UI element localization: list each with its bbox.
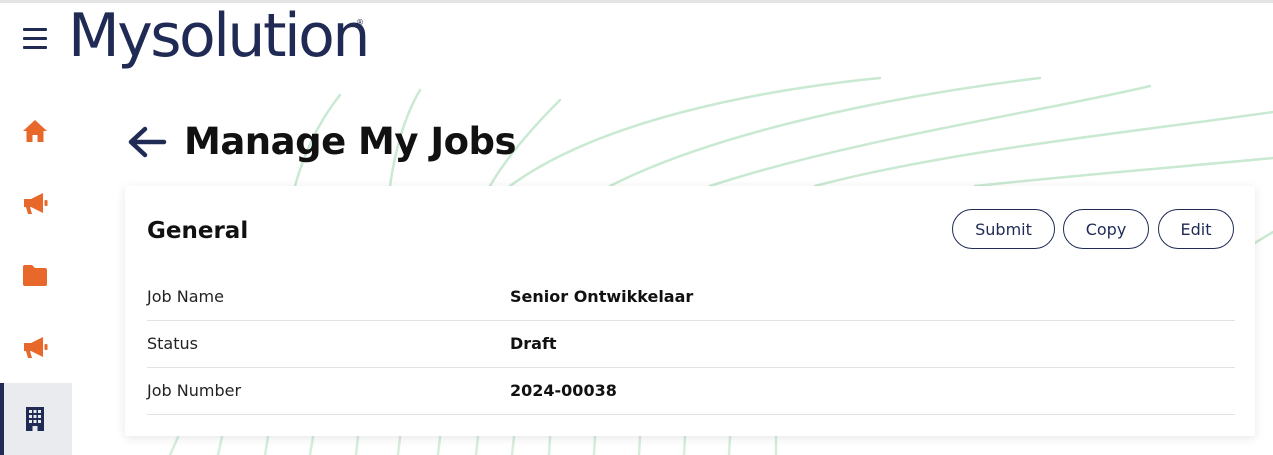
menu-button[interactable] xyxy=(23,28,47,50)
detail-row-status: Status Draft xyxy=(147,321,1235,368)
sidebar-item-home[interactable] xyxy=(0,95,72,167)
sidebar-item-announcements[interactable] xyxy=(0,311,72,383)
sidebar-nav xyxy=(0,95,72,455)
field-label: Job Number xyxy=(147,381,242,400)
home-icon xyxy=(23,120,47,142)
brand-logo[interactable]: Mysolution xyxy=(68,0,370,74)
megaphone-icon xyxy=(24,337,48,358)
copy-button[interactable]: Copy xyxy=(1063,209,1149,249)
hamburger-icon xyxy=(23,28,47,31)
back-button[interactable] xyxy=(128,126,168,158)
folder-icon xyxy=(23,265,47,286)
field-value: 2024-00038 xyxy=(510,381,617,400)
field-label: Job Name xyxy=(147,287,224,306)
field-value: Senior Ontwikkelaar xyxy=(510,287,694,306)
card-title: General xyxy=(147,218,249,244)
field-label: Status xyxy=(147,334,198,353)
hamburger-icon-bar xyxy=(23,46,47,49)
arrow-left-icon xyxy=(128,126,167,158)
detail-row-job-number: Job Number 2024-00038 xyxy=(147,368,1235,415)
sidebar-item-companies[interactable] xyxy=(0,383,72,455)
hamburger-icon-bar xyxy=(23,37,47,40)
megaphone-icon xyxy=(24,193,48,214)
details-list: Job Name Senior Ontwikkelaar Status Draf… xyxy=(147,274,1235,415)
page-title: Manage My Jobs xyxy=(184,120,517,163)
field-value: Draft xyxy=(510,334,557,353)
sidebar-item-campaigns[interactable] xyxy=(0,167,72,239)
building-icon xyxy=(26,407,44,431)
general-card: General Submit Copy Edit Job Name Senior… xyxy=(125,186,1255,436)
edit-button[interactable]: Edit xyxy=(1158,209,1234,249)
detail-row-job-name: Job Name Senior Ontwikkelaar xyxy=(147,274,1235,321)
submit-button[interactable]: Submit xyxy=(952,209,1055,249)
sidebar-item-folders[interactable] xyxy=(0,239,72,311)
logo-registered-mark: ® xyxy=(356,18,364,27)
